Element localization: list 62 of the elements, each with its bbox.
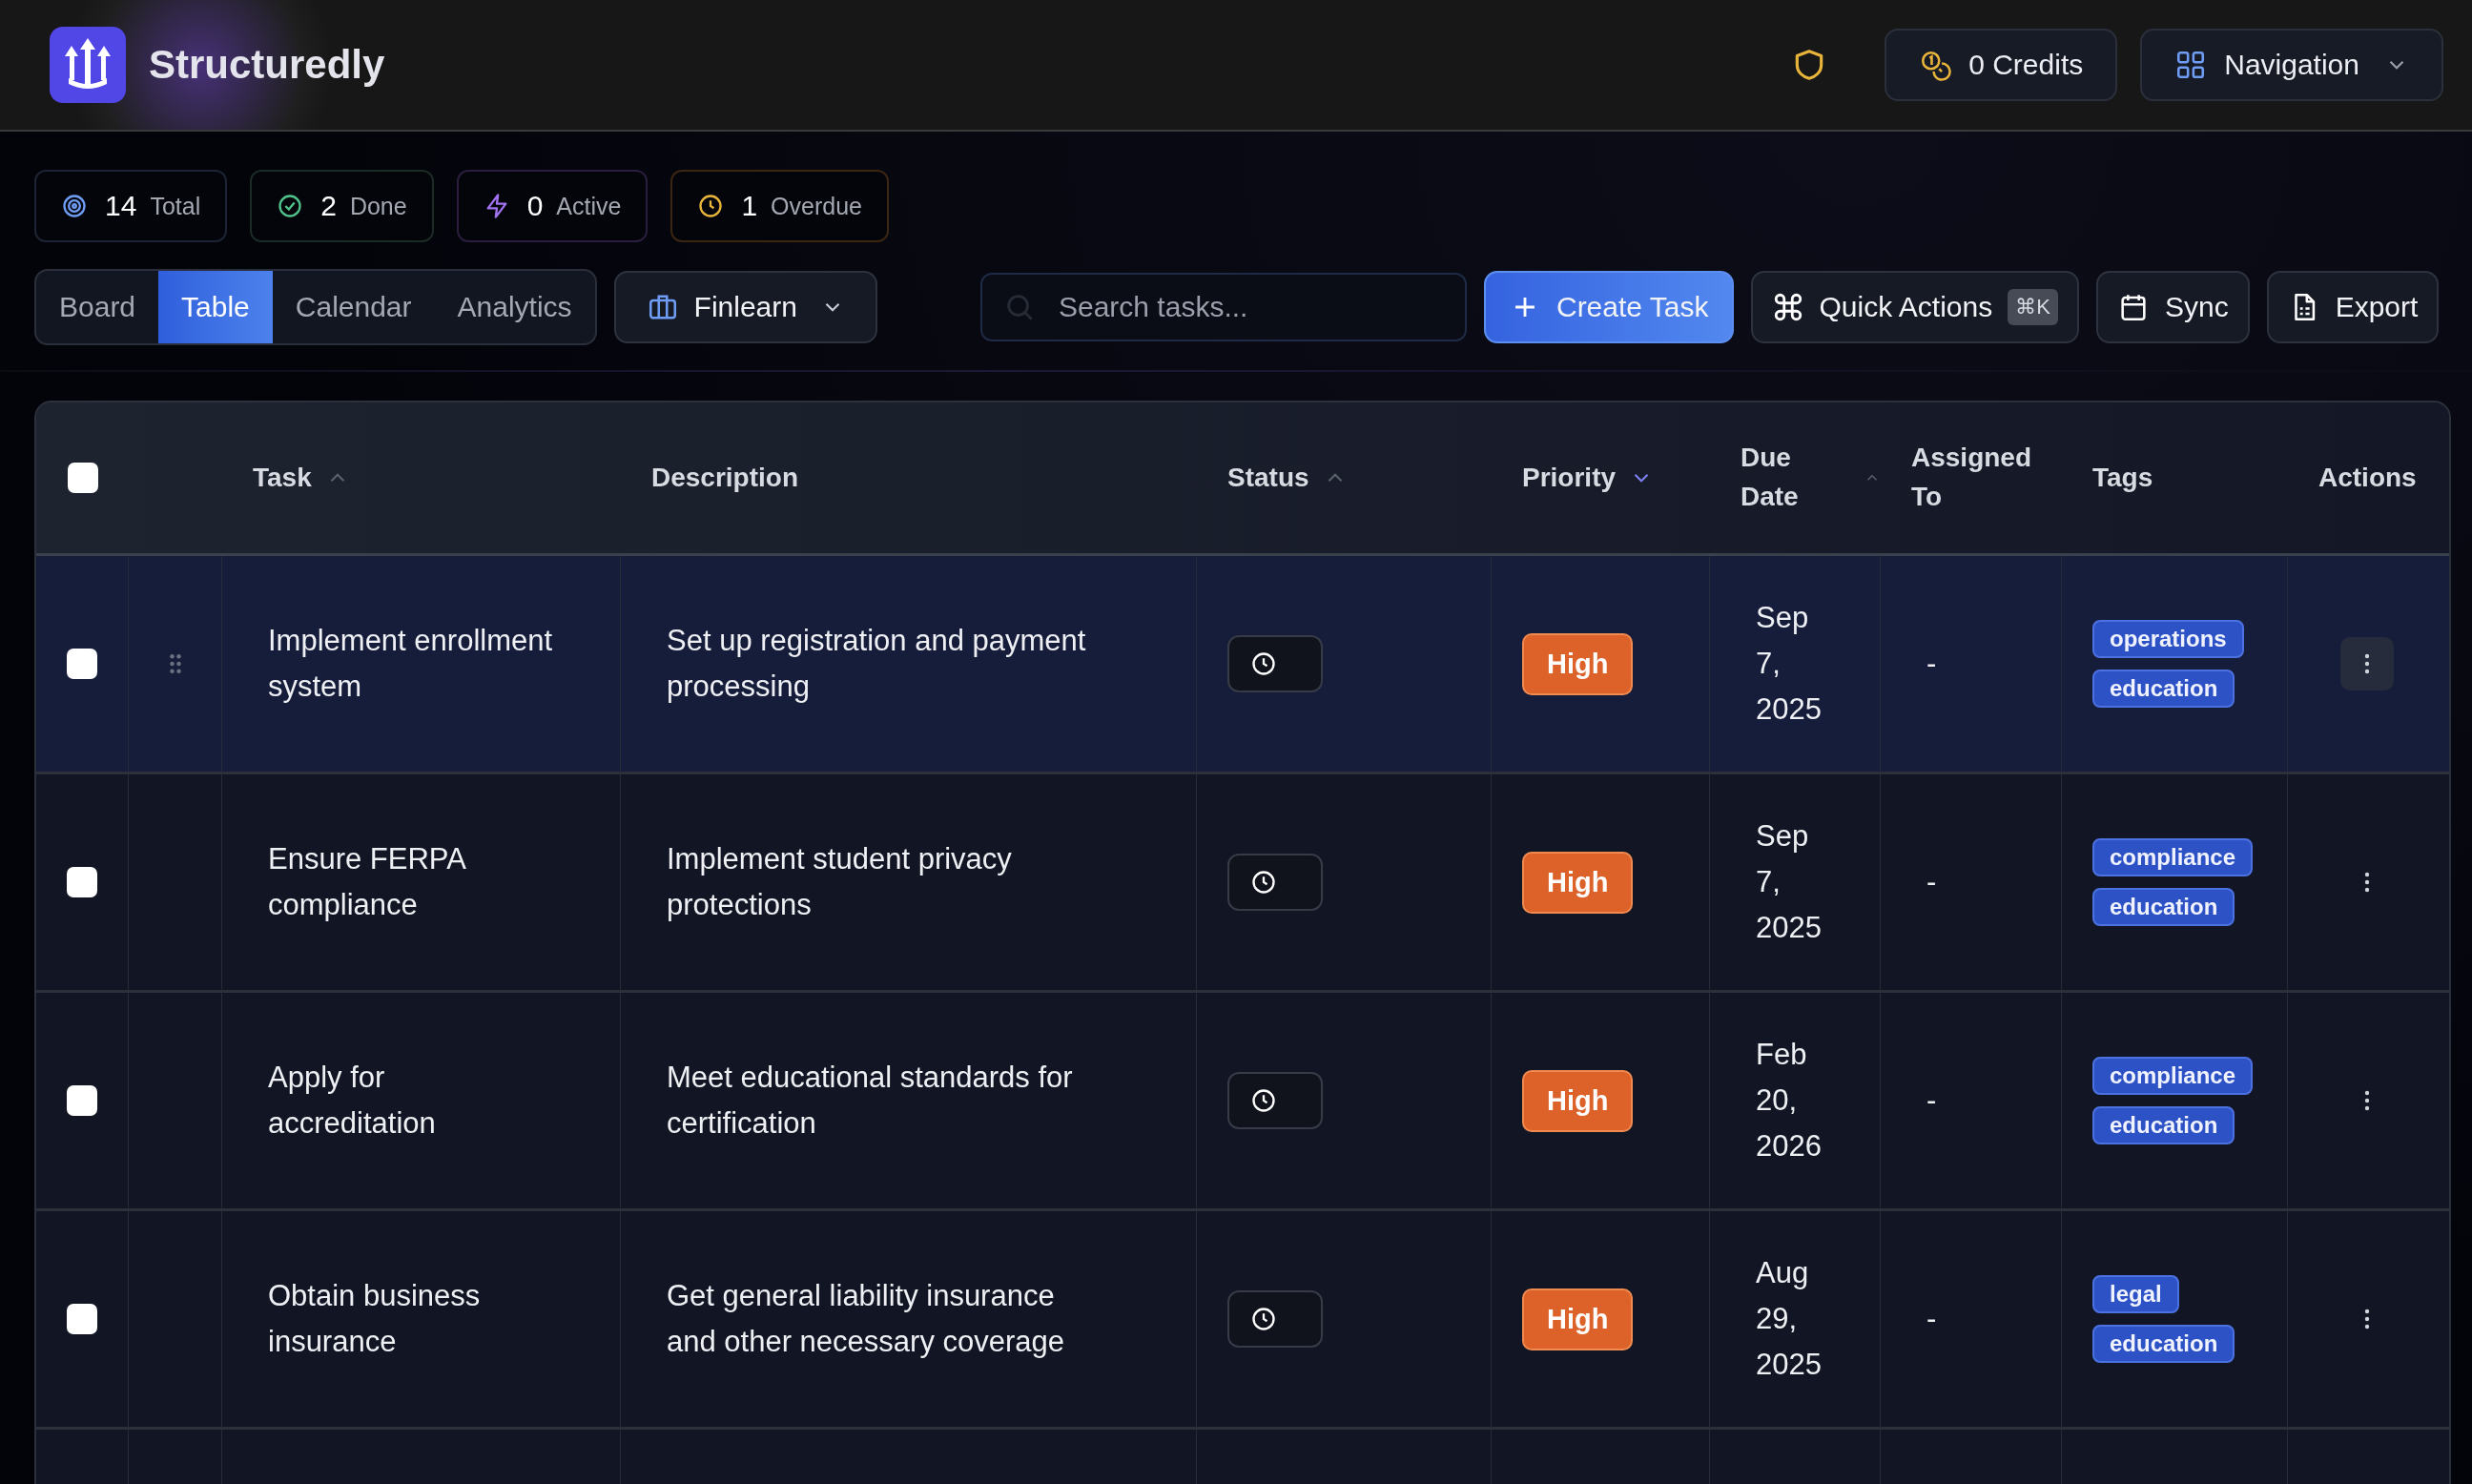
credits-button[interactable]: 0 Credits [1885, 29, 2118, 101]
due-date: Sep 7, 2025 [1756, 817, 1823, 946]
task-name: Implement enrollment system [268, 622, 554, 705]
due-date: Aug 29, 2025 [1756, 1254, 1823, 1383]
due-date: Sep 7, 2025 [1756, 599, 1823, 728]
tag: education [2092, 670, 2235, 708]
stat-value: 2 [320, 190, 337, 222]
table-row[interactable]: Apply for accreditation Meet educational standards for certification High Feb 20, 2026 - compliance education [36, 993, 2449, 1211]
tag: education [2092, 1106, 2235, 1144]
column-header: Actions [2318, 461, 2418, 494]
stat-value: 1 [741, 190, 758, 222]
task-description: Set up registration and payment processing [667, 622, 1087, 705]
view-tab[interactable]: Board [36, 271, 159, 343]
stat-label: Overdue [771, 192, 862, 220]
view-tab[interactable]: Calendar [272, 271, 435, 343]
tag: compliance [2092, 838, 2254, 876]
table-row[interactable]: Obtain business insurance Get general liability insurance and other necessary coverage High Aug 29, 2025 - legal education [36, 1211, 2449, 1430]
stat-label: Total [150, 192, 201, 220]
priority-badge: High [1522, 851, 1634, 914]
column-header[interactable]: Due Date [1710, 402, 1881, 553]
task-description: Implement student privacy protections [667, 840, 1013, 923]
app-title: Structuredly [149, 42, 385, 88]
stat-value: 14 [105, 190, 137, 222]
navigation-button[interactable]: Navigation [2140, 29, 2443, 101]
stat-value: 0 [526, 190, 544, 222]
sync-button[interactable]: Sync [2095, 271, 2250, 343]
stat-label: Active [556, 192, 622, 220]
column-header: Assigned To [1910, 442, 2033, 513]
tag: operations [2092, 620, 2244, 658]
column-header: Tags [2091, 461, 2154, 494]
export-button[interactable]: Export [2266, 271, 2440, 343]
task-name: Apply for accreditation [268, 1059, 437, 1142]
priority-badge: High [1522, 1069, 1634, 1132]
task-name: Obtain business insurance [268, 1277, 482, 1360]
view-tab[interactable]: Table [158, 271, 273, 343]
view-tab[interactable]: Analytics [434, 271, 595, 343]
column-header: Description [650, 461, 800, 494]
project-dropdown[interactable]: Finlearn [613, 271, 877, 343]
assignee: - [1926, 1300, 1938, 1337]
due-date: Feb 20, 2026 [1756, 1036, 1823, 1165]
column-header[interactable]: Task [222, 402, 621, 553]
stat-label: Done [349, 192, 407, 220]
task-description: Meet educational standards for certification [667, 1059, 1074, 1142]
assignee: - [1926, 1082, 1938, 1119]
priority-badge: High [1522, 1288, 1634, 1350]
tag: compliance [2092, 1057, 2254, 1095]
table-row[interactable]: Ensure FERPA compliance Implement student privacy protections High Sep 7, 2025 - compliance education [36, 774, 2449, 993]
create-task-button[interactable]: Create Task [1483, 271, 1734, 343]
assignee: - [1926, 645, 1938, 682]
assignee: - [1926, 863, 1938, 900]
tag: legal [2092, 1275, 2179, 1313]
priority-badge: High [1522, 632, 1634, 695]
quick-actions-button[interactable]: Quick Actions ⌘K [1750, 271, 2079, 343]
tag: education [2092, 1325, 2235, 1363]
search-field[interactable]: Search tasks... [979, 273, 1467, 341]
table-row[interactable]: Implement enrollment system Set up registration and payment processing High Sep 7, 2025 - operations education [36, 556, 2449, 774]
task-name: Ensure FERPA compliance [268, 840, 466, 923]
task-description: Get general liability insurance and other necessary coverage [667, 1277, 1066, 1360]
shortcut-key: ⌘K [2008, 289, 2058, 325]
tag: education [2092, 888, 2235, 926]
column-header[interactable]: Priority [1492, 402, 1710, 553]
column-header[interactable]: Status [1197, 402, 1492, 553]
